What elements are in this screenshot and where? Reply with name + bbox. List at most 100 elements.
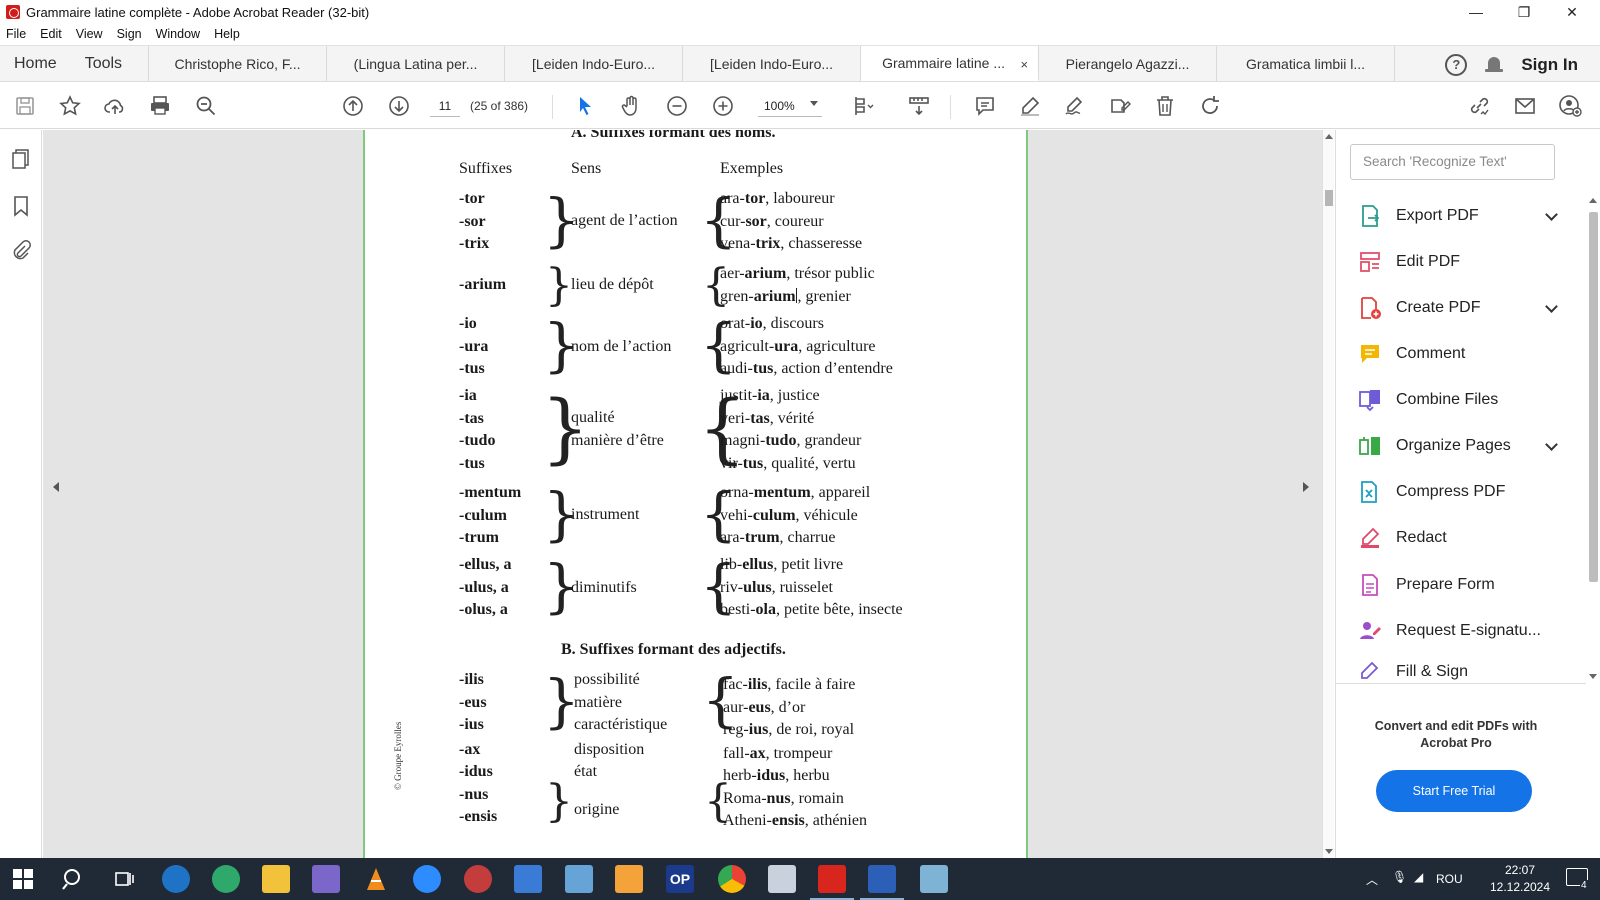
tab-document[interactable]: (Lingua Latina per... <box>327 46 506 81</box>
tab-document-active[interactable]: Grammaire latine ... × <box>861 46 1040 81</box>
tool-compress-pdf[interactable]: Compress PDF <box>1358 477 1568 507</box>
notepad-icon[interactable] <box>920 865 948 893</box>
save-icon[interactable] <box>514 865 542 893</box>
share-link-icon[interactable] <box>1466 93 1492 119</box>
minimize-button[interactable]: — <box>1452 0 1500 24</box>
zoom-out-icon[interactable] <box>664 93 690 119</box>
comment-icon[interactable] <box>972 93 998 119</box>
app-icon-gray[interactable] <box>768 865 796 893</box>
tool-organize-pages[interactable]: Organize Pages <box>1358 431 1568 461</box>
scroll-mode-icon[interactable] <box>906 93 932 119</box>
scroll-up-icon[interactable] <box>1589 198 1597 203</box>
previous-page-icon[interactable] <box>340 93 366 119</box>
menu-help[interactable]: Help <box>214 27 240 41</box>
op-icon[interactable]: OP <box>666 865 694 893</box>
chevron-down-icon[interactable] <box>1545 438 1558 451</box>
wifi-icon[interactable]: ◢ <box>1414 870 1423 884</box>
upload-cloud-icon[interactable] <box>102 93 128 119</box>
save-icon[interactable] <box>12 93 38 119</box>
scroll-down-icon[interactable] <box>1589 674 1597 679</box>
chevron-down-icon[interactable] <box>1545 208 1558 221</box>
highlight-pen-icon[interactable] <box>1017 93 1043 119</box>
email-envelope-icon[interactable] <box>1512 93 1538 119</box>
chevron-down-icon[interactable] <box>1545 300 1558 313</box>
file-explorer-icon[interactable] <box>262 865 290 893</box>
tool-request-esignature[interactable]: Request E-signatu... <box>1358 616 1568 646</box>
zoom-icon[interactable] <box>413 865 441 893</box>
zoom-level-select[interactable]: 100% <box>758 95 822 117</box>
menu-window[interactable]: Window <box>156 27 200 41</box>
close-window-button[interactable]: ✕ <box>1548 0 1596 24</box>
internet-explorer-icon[interactable] <box>162 865 190 893</box>
document-scrollbar[interactable] <box>1322 130 1334 858</box>
menu-view[interactable]: View <box>76 27 103 41</box>
microphone-icon[interactable]: 🎙 <box>1392 870 1407 884</box>
search-icon[interactable] <box>60 865 88 893</box>
help-icon[interactable]: ? <box>1445 53 1468 76</box>
edge-icon[interactable] <box>212 865 240 893</box>
acrobat-icon[interactable] <box>818 865 846 893</box>
rotate-icon[interactable] <box>1197 93 1223 119</box>
tool-export-pdf[interactable]: Export PDF <box>1358 201 1568 231</box>
collapse-right-panel-icon[interactable] <box>1303 482 1309 492</box>
tool-comment[interactable]: Comment <box>1358 339 1568 369</box>
tab-close-icon[interactable]: × <box>1020 57 1028 72</box>
start-free-trial-button[interactable]: Start Free Trial <box>1376 770 1532 812</box>
language-indicator[interactable]: ROU <box>1436 872 1463 886</box>
next-page-icon[interactable] <box>386 93 412 119</box>
menu-sign[interactable]: Sign <box>117 27 142 41</box>
word-icon[interactable] <box>868 865 896 893</box>
clock-date[interactable]: 12.12.2024 <box>1484 880 1556 894</box>
task-view-icon[interactable] <box>110 865 138 893</box>
app-icon[interactable] <box>312 865 340 893</box>
delete-trash-icon[interactable] <box>1152 93 1178 119</box>
print-icon[interactable] <box>147 93 173 119</box>
collapse-left-panel-icon[interactable] <box>53 482 59 492</box>
tab-document[interactable]: Gramatica limbii l... <box>1217 46 1396 81</box>
attachment-paperclip-icon[interactable] <box>11 240 31 262</box>
tool-create-pdf[interactable]: Create PDF <box>1358 293 1568 323</box>
tab-document[interactable]: [Leiden Indo-Euro... <box>505 46 684 81</box>
notifications-bell-icon[interactable] <box>1485 55 1504 75</box>
draw-sign-icon[interactable] <box>1062 93 1088 119</box>
clock-time[interactable]: 22:07 <box>1484 863 1556 877</box>
tool-redact[interactable]: Redact <box>1358 523 1568 553</box>
tab-home[interactable]: Home <box>0 46 71 81</box>
scroll-up-icon[interactable] <box>1325 134 1333 139</box>
scrollbar-thumb[interactable] <box>1589 212 1598 582</box>
tools-panel-scrollbar[interactable] <box>1586 196 1600 681</box>
zoom-search-icon[interactable] <box>193 93 219 119</box>
tool-combine-files[interactable]: Combine Files <box>1358 385 1568 415</box>
select-cursor-icon[interactable] <box>572 93 598 119</box>
scrollbar-thumb[interactable] <box>1325 190 1333 206</box>
recognize-text-search-input[interactable]: Search 'Recognize Text' <box>1350 144 1555 180</box>
page-number-input[interactable]: 11 <box>430 95 460 117</box>
document-viewport[interactable]: A. Suffixes formant des noms. Suffixes S… <box>43 130 1334 858</box>
bookmark-icon[interactable] <box>11 195 31 217</box>
tool-edit-pdf[interactable]: Edit PDF <box>1358 247 1568 277</box>
menu-edit[interactable]: Edit <box>40 27 62 41</box>
tab-tools[interactable]: Tools <box>71 46 150 81</box>
zoom-in-icon[interactable] <box>710 93 736 119</box>
tool-fill-sign[interactable]: Fill & Sign <box>1358 662 1568 682</box>
page-thumbnails-icon[interactable] <box>11 148 31 170</box>
hand-pan-icon[interactable] <box>618 93 644 119</box>
tray-chevron-up-icon[interactable]: ︿ <box>1366 871 1378 888</box>
tab-document[interactable]: [Leiden Indo-Euro... <box>683 46 862 81</box>
page-display-icon[interactable] <box>850 93 876 119</box>
menu-file[interactable]: File <box>6 27 26 41</box>
tool-prepare-form[interactable]: Prepare Form <box>1358 570 1568 600</box>
tab-document[interactable]: Pierangelo Agazzi... <box>1039 46 1218 81</box>
network-icon[interactable] <box>565 865 593 893</box>
app-icon-red[interactable] <box>464 865 492 893</box>
chrome-icon[interactable] <box>718 865 746 893</box>
vlc-icon[interactable] <box>362 865 390 893</box>
media-player-icon[interactable] <box>615 865 643 893</box>
tab-document[interactable]: Christophe Rico, F... <box>149 46 328 81</box>
pdf-page[interactable]: A. Suffixes formant des noms. Suffixes S… <box>363 130 1028 858</box>
star-icon[interactable] <box>57 93 83 119</box>
fill-form-icon[interactable] <box>1107 93 1133 119</box>
restore-button[interactable]: ❐ <box>1500 0 1548 24</box>
scroll-down-icon[interactable] <box>1325 849 1333 854</box>
sign-in-button[interactable]: Sign In <box>1521 55 1578 75</box>
